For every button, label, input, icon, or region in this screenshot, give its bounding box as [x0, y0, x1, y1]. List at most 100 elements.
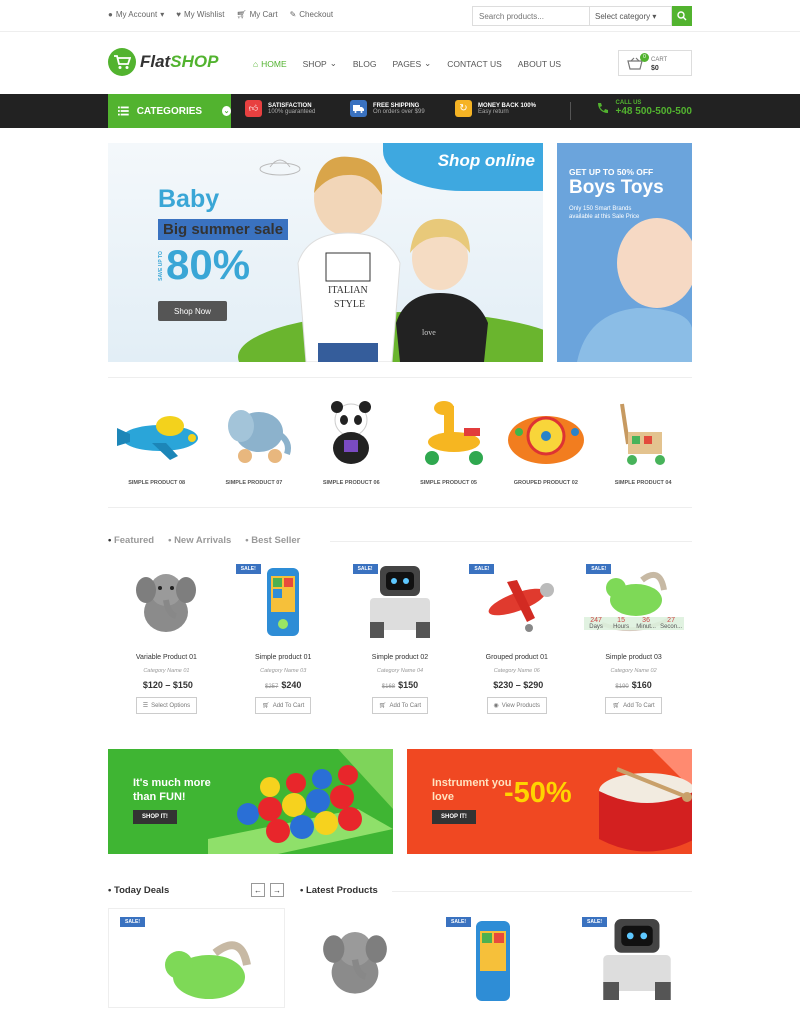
- elephant-plush-icon: [323, 932, 387, 994]
- user-icon: ●: [108, 10, 113, 19]
- add-to-cart-button[interactable]: 🛒︎ Add To Cart: [371, 697, 429, 714]
- toy-walker-icon: [620, 403, 666, 465]
- hero-title: Baby: [158, 185, 220, 213]
- hero-banner[interactable]: Shop online Baby Big summer sale SAVE UP…: [108, 143, 543, 362]
- category-select[interactable]: Select category ▾: [590, 6, 672, 26]
- nav-home[interactable]: ⌂ HOME: [253, 58, 287, 69]
- header-cart[interactable]: 0 CART $0: [618, 50, 692, 76]
- shop-it-button[interactable]: SHOP IT!: [432, 810, 476, 824]
- my-cart-link[interactable]: 🛒︎ My Cart: [236, 10, 277, 19]
- feature-satisfaction: 👍︎ SATISFACTION 100% guaranteed: [245, 100, 315, 117]
- latest-product-elephant[interactable]: [310, 915, 400, 1000]
- view-products-button[interactable]: ◉ View Products: [486, 697, 548, 714]
- hero-subtitle: Big summer sale: [158, 219, 289, 240]
- toy-phone-icon: [476, 921, 510, 1001]
- search-form: Select category ▾: [472, 6, 692, 26]
- truck-icon: [350, 100, 367, 117]
- boys-toys-banner[interactable]: GET UP TO 50% OFF Boys Toys Only 150 Sma…: [557, 143, 692, 362]
- product-name[interactable]: Simple product 03: [605, 654, 661, 661]
- tab-best-seller[interactable]: • Best Seller: [245, 535, 300, 546]
- prev-arrow-icon[interactable]: ←: [251, 883, 265, 897]
- kids-photo-icon: ITALIAN STYLE love: [297, 156, 488, 362]
- logo[interactable]: FlatSHOP: [108, 48, 218, 76]
- nav-blog[interactable]: BLOG: [353, 58, 377, 69]
- cart-icon: 🛒︎: [236, 10, 247, 19]
- balls-toy-icon: [208, 749, 393, 854]
- features-bar: CATEGORIES ⌄ 👍︎ SATISFACTION 100% guarant…: [0, 94, 800, 128]
- product-name[interactable]: Simple product 01: [255, 654, 311, 661]
- rocking-horse-icon: [600, 571, 669, 632]
- search-icon: [677, 11, 687, 21]
- drum-icon: [599, 749, 692, 852]
- call-us[interactable]: CALL US +48 500-500-500: [596, 100, 692, 117]
- tab-new-arrivals[interactable]: • New Arrivals: [168, 535, 231, 546]
- shop-it-button[interactable]: SHOP IT!: [133, 810, 177, 824]
- cart-icon: 🛒︎: [612, 703, 621, 709]
- deal-countdown: 247 Days 15 Hours 36 Minut... 27 Secon...: [583, 617, 684, 630]
- svg-text:ITALIAN: ITALIAN: [328, 285, 368, 296]
- carousel-item[interactable]: SIMPLE PRODUCT 06: [303, 398, 400, 486]
- product-category: Category Name 01: [143, 668, 190, 674]
- product-price: $230 – $290: [493, 680, 544, 690]
- my-wishlist-link[interactable]: ♥ My Wishlist: [176, 10, 224, 19]
- svg-text:love: love: [422, 328, 436, 337]
- sale-badge: SALE!: [352, 564, 378, 574]
- robot-icon: [603, 919, 671, 1000]
- latest-product-phone[interactable]: SALE!: [446, 915, 546, 1001]
- product-card[interactable]: Variable Product 01 Category Name 01 $12…: [108, 562, 225, 714]
- next-arrow-icon[interactable]: →: [270, 883, 284, 897]
- add-to-cart-button[interactable]: 🛒︎ Add To Cart: [605, 697, 662, 714]
- deal-card[interactable]: SALE!: [108, 908, 285, 1008]
- toy-giraffe-icon: [424, 401, 483, 465]
- search-button[interactable]: [672, 6, 692, 26]
- carousel-item[interactable]: GROUPED PRODUCT 02: [497, 398, 594, 486]
- nav-shop[interactable]: SHOP ⌄: [303, 58, 337, 69]
- shop-now-button[interactable]: Shop Now: [158, 301, 227, 321]
- menu-icon: [118, 106, 129, 116]
- elephant-plush-icon: [136, 574, 197, 632]
- logo-cart-icon: [108, 48, 136, 76]
- chevron-circle-icon: ⌄: [222, 106, 231, 116]
- featured-products: Variable Product 01 Category Name 01 $12…: [108, 562, 692, 714]
- carousel-item[interactable]: SIMPLE PRODUCT 04: [594, 398, 691, 486]
- product-name[interactable]: Simple product 02: [372, 654, 428, 661]
- nav-contact[interactable]: CONTACT US: [447, 58, 501, 69]
- sale-badge: SALE!: [235, 564, 261, 574]
- cart-icon: 🛒︎: [262, 703, 270, 709]
- select-options-button[interactable]: ☰ Select Options: [135, 697, 198, 714]
- product-name[interactable]: Grouped product 01: [486, 654, 548, 661]
- refresh-icon: ↻: [455, 100, 472, 117]
- product-card[interactable]: SALE! 247 Days 15 Hours 36 Minut... 27 Secon…: [575, 562, 692, 714]
- tab-featured[interactable]: • Featured: [108, 535, 154, 546]
- latest-product-robot[interactable]: SALE!: [582, 915, 692, 1000]
- product-price: $168 $150: [381, 680, 419, 690]
- top-bar: ● My Account ▾ ♥ My Wishlist 🛒︎ My Cart ✎ Ch…: [0, 0, 800, 32]
- search-input[interactable]: [472, 6, 590, 26]
- carousel-item[interactable]: SIMPLE PRODUCT 07: [205, 398, 302, 486]
- my-account-link[interactable]: ● My Account ▾: [108, 10, 164, 19]
- instrument-promo-banner[interactable]: Instrument you love -50% SHOP IT!: [407, 749, 692, 854]
- add-to-cart-button[interactable]: 🛒︎ Add To Cart: [255, 697, 312, 714]
- checkout-link[interactable]: ✎ Checkout: [290, 10, 334, 19]
- product-category: Category Name 04: [376, 668, 424, 674]
- categories-button[interactable]: CATEGORIES ⌄: [108, 94, 231, 128]
- toy-steering-wheel-icon: [507, 416, 584, 464]
- nav-about[interactable]: ABOUT US: [518, 58, 561, 69]
- product-card[interactable]: SALE! Simple product 01 Category Name 03…: [225, 562, 342, 714]
- product-card[interactable]: SALE! Grouped product 01 Category Name 0…: [458, 562, 575, 714]
- baby-photo-icon: [577, 218, 692, 362]
- main-header: FlatSHOP ⌂ HOME SHOP ⌄ BLOG PAGES ⌄ CONTACT…: [0, 32, 800, 94]
- hero-percent: 80%: [166, 241, 251, 288]
- home-icon: ⌂: [253, 58, 259, 69]
- toy-airplane-icon: [488, 580, 554, 632]
- carousel-item[interactable]: SIMPLE PRODUCT 05: [400, 398, 497, 486]
- sale-badge: SALE!: [586, 564, 612, 574]
- feature-free-shipping: FREE SHIPPING On orders over $99: [350, 100, 425, 117]
- rocking-horse-icon: [165, 941, 251, 999]
- product-card[interactable]: SALE! Simple product 02 Category Name 04…: [342, 562, 459, 714]
- fun-promo-banner[interactable]: It's much more than FUN! SHOP IT!: [108, 749, 393, 854]
- carousel-item[interactable]: SIMPLE PRODUCT 08: [108, 398, 205, 486]
- nav-pages[interactable]: PAGES ⌄: [392, 58, 431, 69]
- product-name[interactable]: Variable Product 01: [136, 654, 197, 661]
- toy-phone-icon: [267, 568, 300, 636]
